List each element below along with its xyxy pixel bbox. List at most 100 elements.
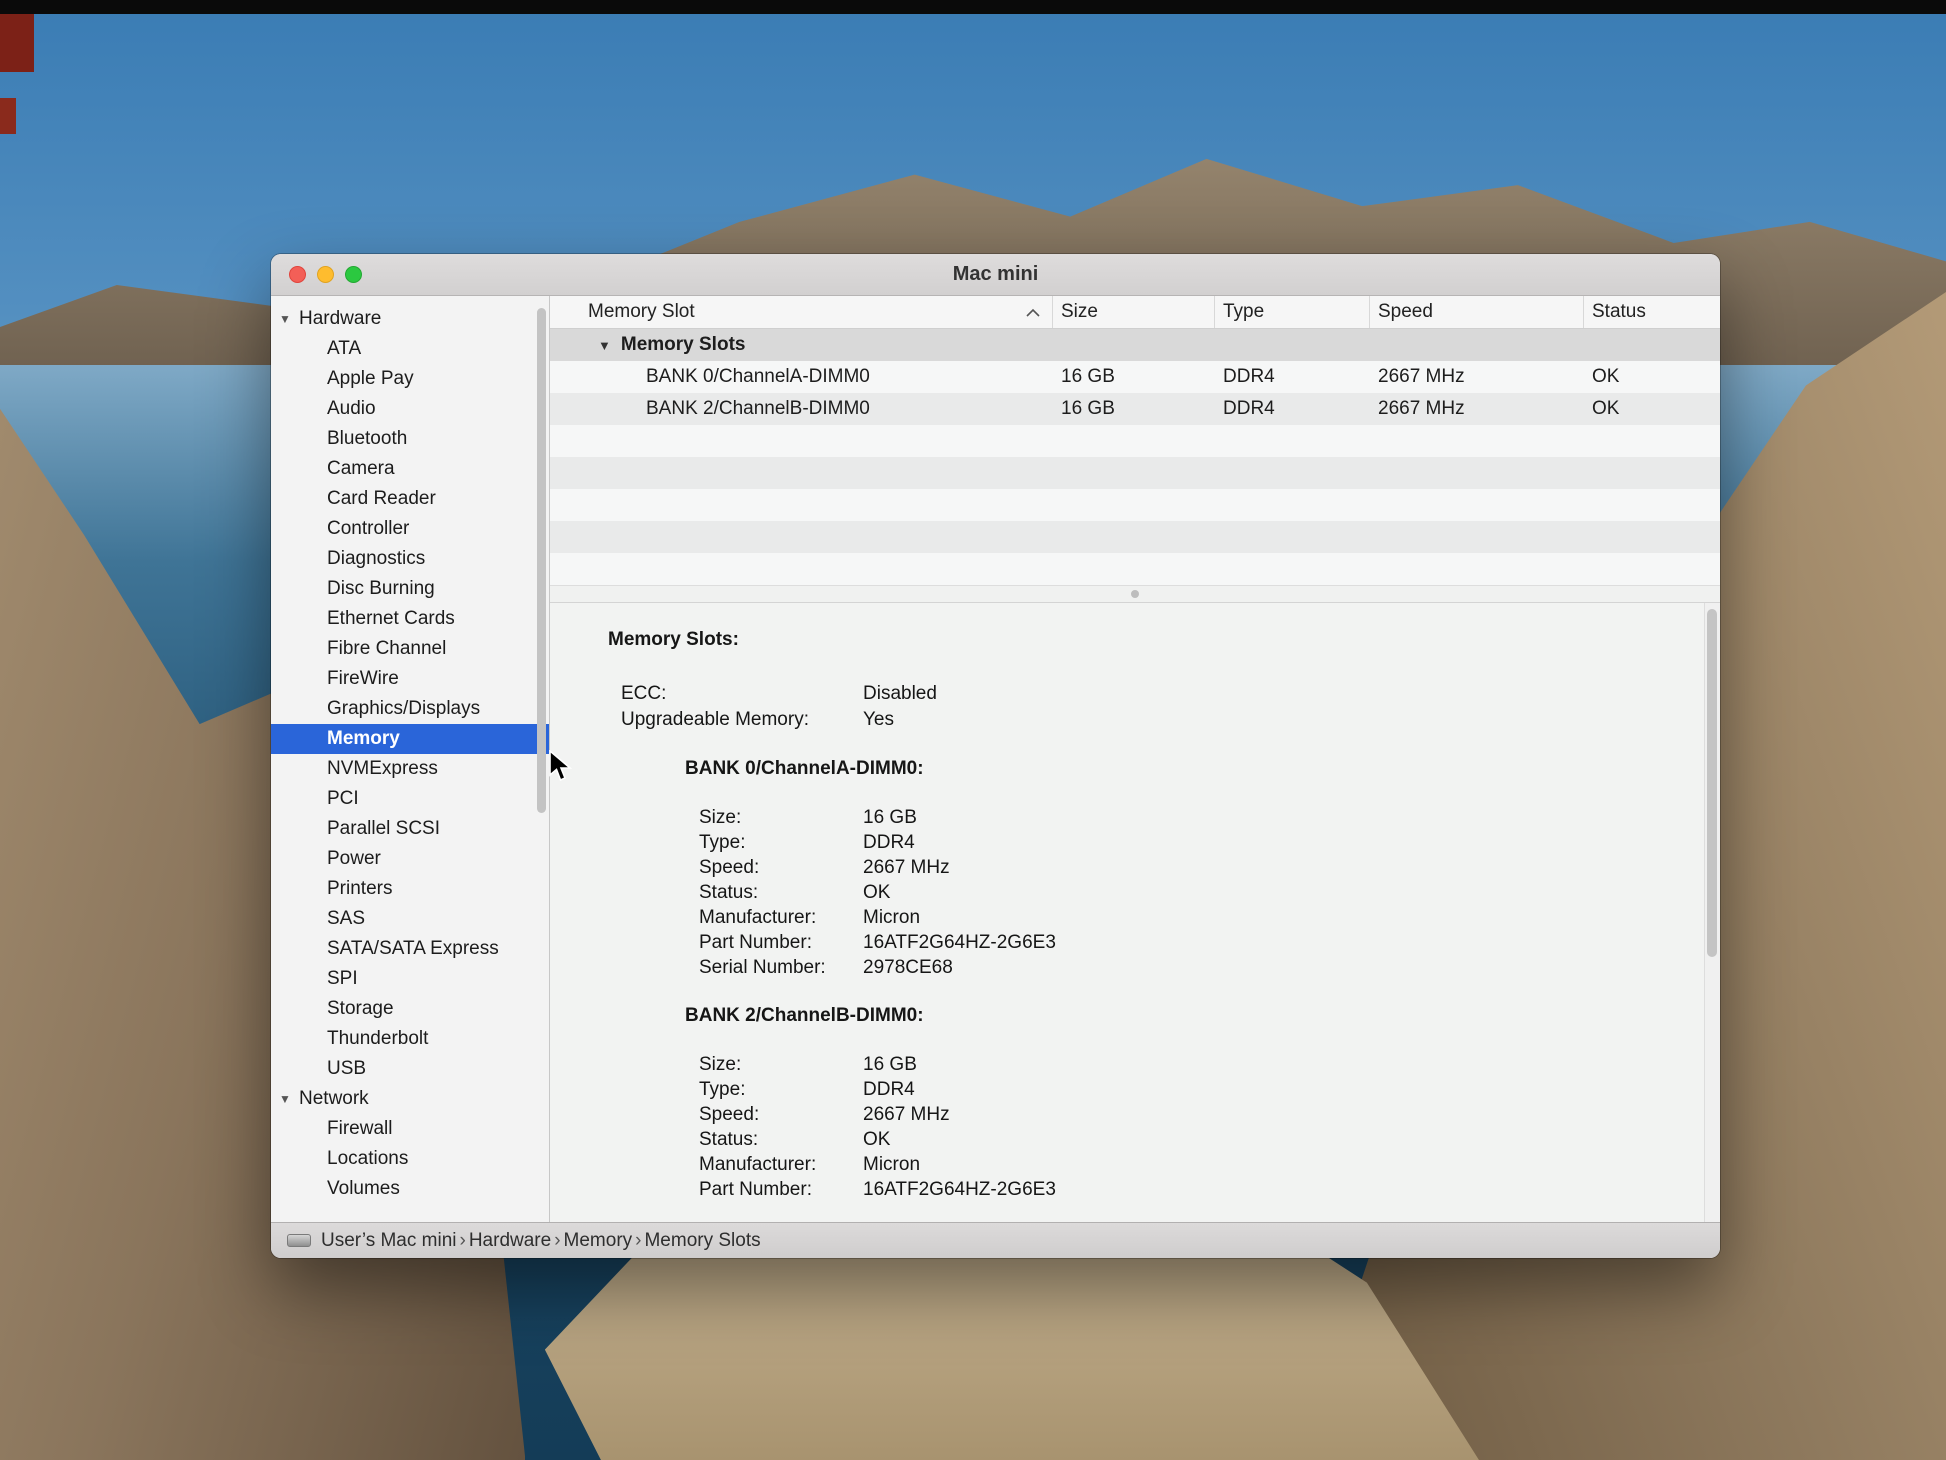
detail-value: 2667 MHz: [863, 1102, 950, 1127]
sidebar-item-pci[interactable]: PCI: [271, 784, 549, 814]
breadcrumb-segment[interactable]: Memory: [564, 1230, 633, 1251]
memory-slot-table: Memory Slot Size Type Speed Status ▼ Mem…: [550, 296, 1720, 585]
detail-label: Type:: [699, 830, 863, 855]
detail-row: Status:OK: [699, 1127, 1680, 1152]
table-group-row[interactable]: ▼ Memory Slots: [550, 329, 1720, 361]
sidebar-item-ata[interactable]: ATA: [271, 334, 549, 364]
sidebar-item-graphics-displays[interactable]: Graphics/Displays: [271, 694, 549, 724]
sidebar-item-parallel-scsi[interactable]: Parallel SCSI: [271, 814, 549, 844]
column-label: Memory Slot: [588, 301, 695, 323]
sidebar-section-hardware[interactable]: ▼ Hardware: [271, 304, 549, 334]
sidebar-item-nvmexpress[interactable]: NVMExpress: [271, 754, 549, 784]
mouse-cursor: [548, 750, 574, 782]
bank-heading: BANK 0/ChannelA-DIMM0:: [685, 757, 1680, 781]
detail-label: Status:: [699, 880, 863, 905]
sidebar-item-ethernet-cards[interactable]: Ethernet Cards: [271, 604, 549, 634]
breadcrumb-segment[interactable]: Hardware: [469, 1230, 551, 1251]
column-header-status[interactable]: Status: [1584, 296, 1720, 328]
sidebar-item-spi[interactable]: SPI: [271, 964, 549, 994]
column-header-memory-slot[interactable]: Memory Slot: [550, 296, 1053, 328]
system-information-window: Mac mini ▼ Hardware ATA Apple Pay Audio …: [271, 254, 1720, 1258]
cell-size: 16 GB: [1053, 398, 1215, 420]
sidebar-item-firewire[interactable]: FireWire: [271, 664, 549, 694]
photo-artifact: [0, 98, 16, 134]
sidebar-section-label: Network: [299, 1088, 369, 1110]
disclosure-triangle-icon[interactable]: ▼: [598, 338, 611, 353]
detail-row: ECC: Disabled: [621, 681, 1680, 707]
sidebar-item-power[interactable]: Power: [271, 844, 549, 874]
pane-splitter[interactable]: [550, 585, 1720, 603]
breadcrumb-separator: ›: [632, 1230, 644, 1251]
sidebar-item-diagnostics[interactable]: Diagnostics: [271, 544, 549, 574]
sidebar-item-apple-pay[interactable]: Apple Pay: [271, 364, 549, 394]
breadcrumb-segment[interactable]: Memory Slots: [644, 1230, 760, 1251]
group-label: Memory Slots: [621, 334, 746, 356]
detail-value: Micron: [863, 905, 920, 930]
sidebar-item-printers[interactable]: Printers: [271, 874, 549, 904]
details-scrollbar-thumb[interactable]: [1707, 609, 1717, 957]
sidebar-item-camera[interactable]: Camera: [271, 454, 549, 484]
cell-size: 16 GB: [1053, 366, 1215, 388]
detail-row: Speed:2667 MHz: [699, 1102, 1680, 1127]
sidebar-section-label: Hardware: [299, 308, 381, 330]
mac-mini-icon: [287, 1234, 311, 1247]
table-row[interactable]: BANK 0/ChannelA-DIMM0 16 GB DDR4 2667 MH…: [550, 361, 1720, 393]
sidebar-item-disc-burning[interactable]: Disc Burning: [271, 574, 549, 604]
minimize-button[interactable]: [317, 266, 334, 283]
table-empty-row: [550, 425, 1720, 457]
detail-row: Part Number:16ATF2G64HZ-2G6E3: [699, 930, 1680, 955]
detail-value: Disabled: [863, 681, 937, 707]
sidebar-item-storage[interactable]: Storage: [271, 994, 549, 1024]
sidebar-item-sata-sata-express[interactable]: SATA/SATA Express: [271, 934, 549, 964]
detail-label: Speed:: [699, 1102, 863, 1127]
sidebar-item-controller[interactable]: Controller: [271, 514, 549, 544]
detail-value: Yes: [863, 707, 894, 733]
detail-value: DDR4: [863, 1077, 915, 1102]
detail-label: Speed:: [699, 855, 863, 880]
sidebar-item-sas[interactable]: SAS: [271, 904, 549, 934]
sidebar-item-memory[interactable]: Memory: [271, 724, 549, 754]
sidebar-item-firewall[interactable]: Firewall: [271, 1114, 549, 1144]
detail-label: Part Number:: [699, 1177, 863, 1202]
column-header-size[interactable]: Size: [1053, 296, 1215, 328]
table-row[interactable]: BANK 2/ChannelB-DIMM0 16 GB DDR4 2667 MH…: [550, 393, 1720, 425]
disclosure-triangle-icon[interactable]: ▼: [279, 312, 299, 326]
disclosure-triangle-icon[interactable]: ▼: [279, 1092, 299, 1106]
sidebar-item-audio[interactable]: Audio: [271, 394, 549, 424]
sidebar-item-bluetooth[interactable]: Bluetooth: [271, 424, 549, 454]
cell-type: DDR4: [1215, 366, 1370, 388]
sidebar-item-card-reader[interactable]: Card Reader: [271, 484, 549, 514]
sidebar-item-locations[interactable]: Locations: [271, 1144, 549, 1174]
detail-value: 2978CE68: [863, 955, 953, 980]
detail-label: Type:: [699, 1077, 863, 1102]
screen-bezel: [0, 0, 1946, 14]
detail-row: Status:OK: [699, 880, 1680, 905]
bank-section: BANK 2/ChannelB-DIMM0: Size:16 GB Type:D…: [608, 1004, 1680, 1202]
column-header-speed[interactable]: Speed: [1370, 296, 1584, 328]
sidebar-scrollbar[interactable]: [537, 308, 546, 813]
details-scrollbar-track[interactable]: [1704, 603, 1720, 1222]
close-button[interactable]: [289, 266, 306, 283]
detail-row: Part Number:16ATF2G64HZ-2G6E3: [699, 1177, 1680, 1202]
sidebar-item-volumes[interactable]: Volumes: [271, 1174, 549, 1204]
window-titlebar[interactable]: Mac mini: [271, 254, 1720, 296]
sidebar-item-thunderbolt[interactable]: Thunderbolt: [271, 1024, 549, 1054]
detail-row: Size:16 GB: [699, 1052, 1680, 1077]
detail-value: Micron: [863, 1152, 920, 1177]
zoom-button[interactable]: [345, 266, 362, 283]
breadcrumb-separator: ›: [457, 1230, 469, 1251]
cell-memory-slot: BANK 0/ChannelA-DIMM0: [550, 366, 1053, 388]
cell-status: OK: [1584, 366, 1720, 388]
details-pane: Memory Slots: ECC: Disabled Upgradeable …: [550, 603, 1720, 1222]
table-empty-row: [550, 521, 1720, 553]
detail-value: 2667 MHz: [863, 855, 950, 880]
detail-row: Manufacturer:Micron: [699, 1152, 1680, 1177]
sidebar-item-fibre-channel[interactable]: Fibre Channel: [271, 634, 549, 664]
cell-speed: 2667 MHz: [1370, 398, 1584, 420]
sidebar-section-network[interactable]: ▼ Network: [271, 1084, 549, 1114]
sort-ascending-icon: [1026, 308, 1040, 317]
sidebar-item-usb[interactable]: USB: [271, 1054, 549, 1084]
detail-value: OK: [863, 1127, 890, 1152]
breadcrumb-segment[interactable]: User’s Mac mini: [321, 1230, 457, 1251]
column-header-type[interactable]: Type: [1215, 296, 1370, 328]
